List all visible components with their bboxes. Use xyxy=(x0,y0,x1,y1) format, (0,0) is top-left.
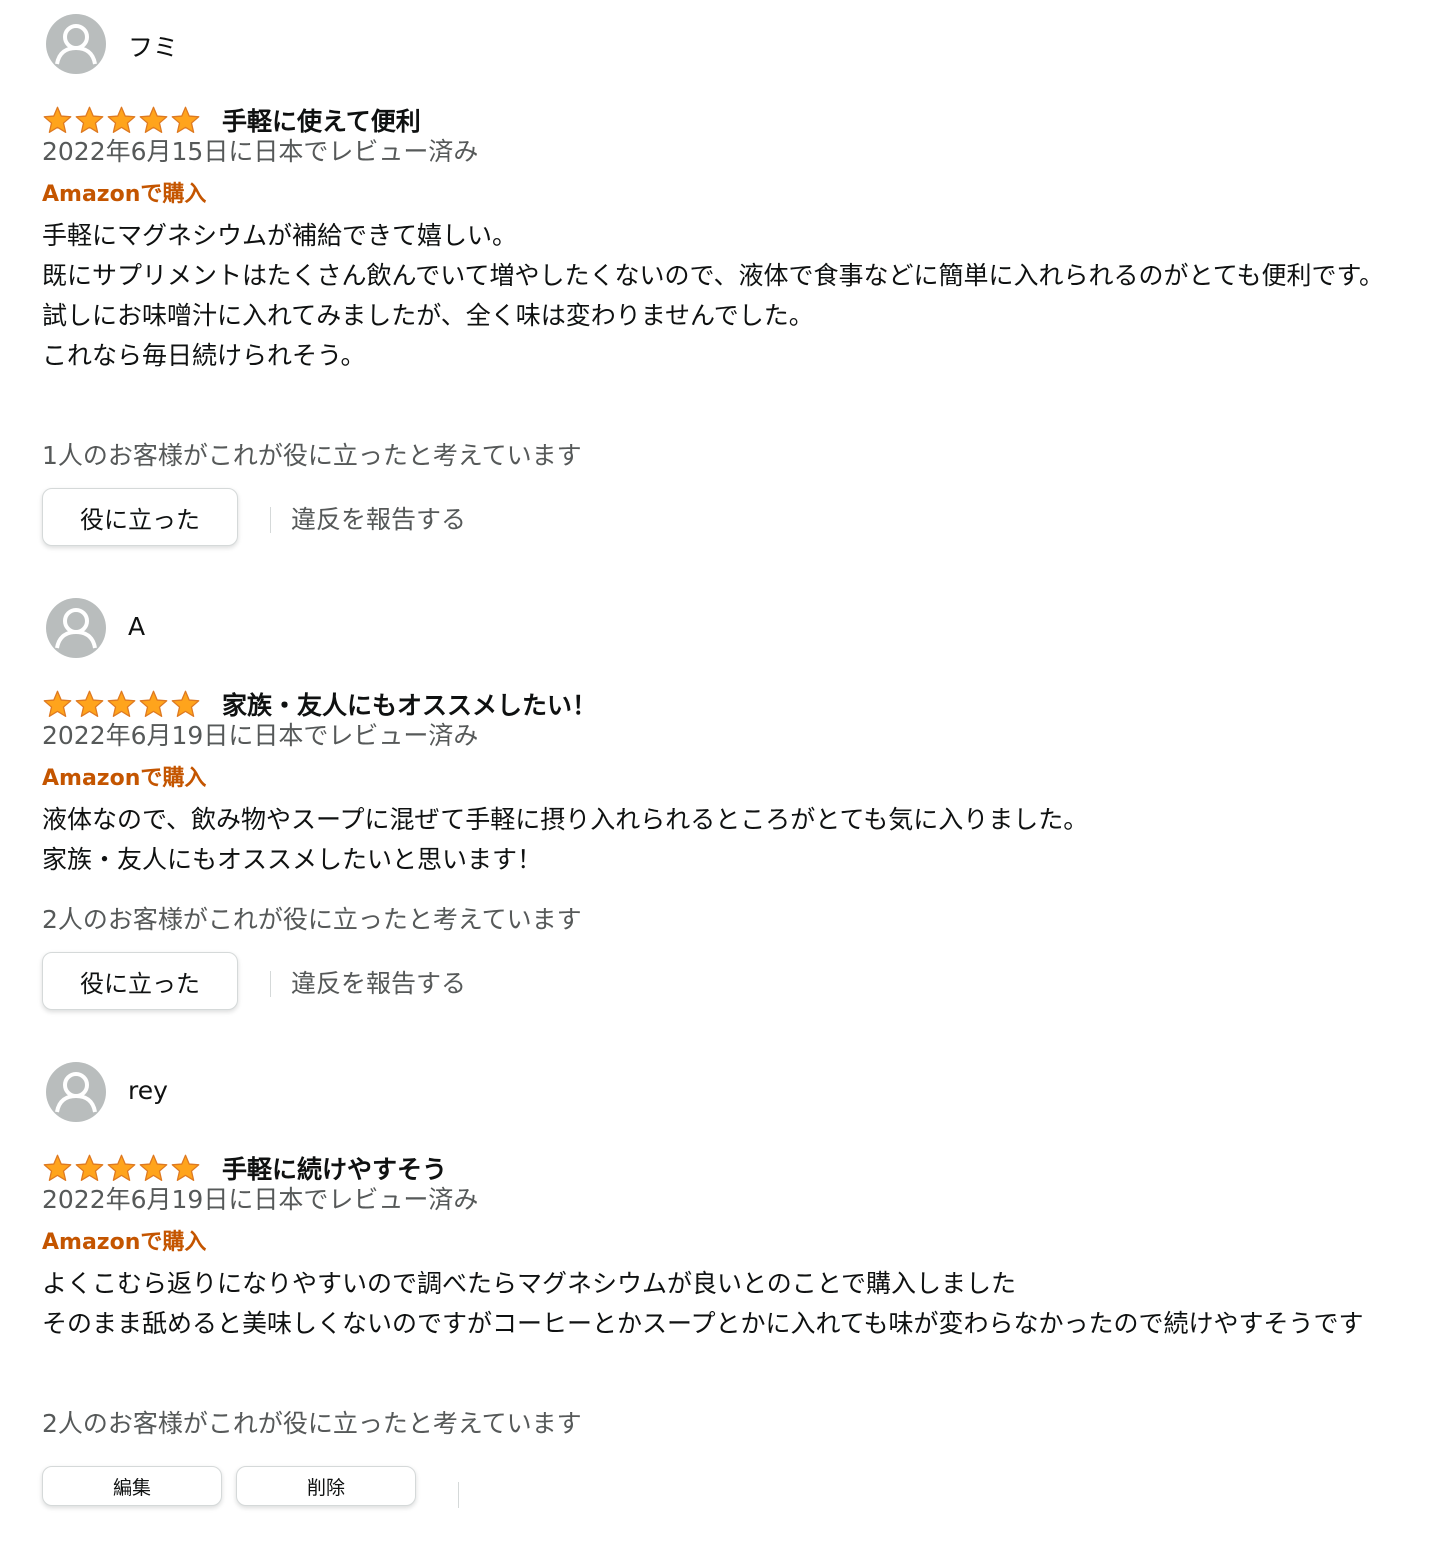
action-divider xyxy=(270,507,271,533)
reviewer-name: rey xyxy=(128,1076,168,1105)
star-icon xyxy=(139,690,168,717)
review-card: フミ 手軽に使えて便利 2022年6月15日に日本でレビュー済み Amazonで… xyxy=(42,14,1392,546)
review-actions: 役に立った 違反を報告する xyxy=(42,488,742,550)
star-icon xyxy=(171,106,200,133)
review-actions: 役に立った 違反を報告する xyxy=(42,952,742,1014)
review-body-line: よくこむら返りになりやすいので調べたらマグネシウムが良いとのことで購入しました xyxy=(42,1269,1017,1298)
avatar xyxy=(46,598,106,658)
star-rating[interactable] xyxy=(42,690,201,718)
helpful-button[interactable]: 役に立った xyxy=(42,488,238,546)
avatar xyxy=(46,1062,106,1122)
star-icon xyxy=(139,1154,168,1181)
review-body-line: これなら毎日続けられそう。 xyxy=(42,341,366,370)
review-body-line: 試しにお味噌汁に入れてみましたが、全く味は変わりませんでした。 xyxy=(42,301,814,330)
review-card: rey 手軽に続けやすそう 2022年6月19日に日本でレビュー済み Amazo… xyxy=(42,1062,1392,1508)
review-body-line: 手軽にマグネシウムが補給できて嬉しい。 xyxy=(42,221,518,250)
action-divider xyxy=(458,1482,459,1508)
review-actions: 編集 削除 xyxy=(42,1466,742,1528)
reviewer-name: フミ xyxy=(128,33,179,62)
default-avatar-icon xyxy=(55,608,97,649)
edit-button[interactable]: 編集 xyxy=(42,1466,222,1506)
verified-purchase-badge: Amazonで購入 xyxy=(42,1230,207,1255)
review-body-line: そのまま舐めると美味しくないのですがコーヒーとかスープとかに入れても味が変わらな… xyxy=(42,1309,1364,1338)
review-date: 2022年6月15日に日本でレビュー済み xyxy=(42,137,479,166)
helpful-count: 1人のお客様がこれが役に立ったと考えています xyxy=(42,441,582,470)
delete-button[interactable]: 削除 xyxy=(236,1466,416,1506)
star-icon xyxy=(171,1154,200,1181)
star-icon xyxy=(43,1154,72,1181)
star-icon xyxy=(75,690,104,717)
star-rating[interactable] xyxy=(42,1154,201,1182)
action-divider xyxy=(270,971,271,997)
reviewer-name: A xyxy=(128,612,146,641)
star-icon xyxy=(139,106,168,133)
verified-purchase-badge: Amazonで購入 xyxy=(42,182,207,207)
review-body: 液体なので、飲み物やスープに混ぜて手軽に摂り入れられるところがとても気に入りまし… xyxy=(42,800,1392,880)
review-card: A 家族・友人にもオススメしたい！ 2022年6月19日に日本でレビュー済み A… xyxy=(42,598,1392,1010)
reviewer-profile[interactable]: フミ xyxy=(42,14,1392,78)
review-date: 2022年6月19日に日本でレビュー済み xyxy=(42,721,479,750)
star-icon xyxy=(107,690,136,717)
review-body-line: 液体なので、飲み物やスープに混ぜて手軽に摂り入れられるところがとても気に入りまし… xyxy=(42,805,1089,834)
default-avatar-icon xyxy=(55,1072,97,1113)
reviewer-profile[interactable]: A xyxy=(42,598,1392,662)
star-rating[interactable] xyxy=(42,106,201,134)
star-icon xyxy=(107,106,136,133)
report-abuse-link[interactable]: 違反を報告する xyxy=(291,500,466,536)
review-body-line: 既にサプリメントはたくさん飲んでいて増やしたくないので、液体で食事などに簡単に入… xyxy=(42,261,1385,290)
star-icon xyxy=(171,690,200,717)
review-body-line: 家族・友人にもオススメしたいと思います！ xyxy=(42,845,543,874)
default-avatar-icon xyxy=(55,24,97,65)
review-body: よくこむら返りになりやすいので調べたらマグネシウムが良いとのことで購入しました … xyxy=(42,1264,1392,1344)
star-icon xyxy=(43,690,72,717)
star-icon xyxy=(43,106,72,133)
helpful-count: 2人のお客様がこれが役に立ったと考えています xyxy=(42,905,582,934)
helpful-count: 2人のお客様がこれが役に立ったと考えています xyxy=(42,1409,582,1438)
avatar xyxy=(46,14,106,74)
helpful-button[interactable]: 役に立った xyxy=(42,952,238,1010)
report-abuse-link[interactable]: 違反を報告する xyxy=(291,964,466,1000)
verified-purchase-badge: Amazonで購入 xyxy=(42,766,207,791)
star-icon xyxy=(75,106,104,133)
review-date: 2022年6月19日に日本でレビュー済み xyxy=(42,1185,479,1214)
reviewer-profile[interactable]: rey xyxy=(42,1062,1392,1126)
star-icon xyxy=(75,1154,104,1181)
review-body: 手軽にマグネシウムが補給できて嬉しい。 既にサプリメントはたくさん飲んでいて増や… xyxy=(42,216,1392,376)
star-icon xyxy=(107,1154,136,1181)
